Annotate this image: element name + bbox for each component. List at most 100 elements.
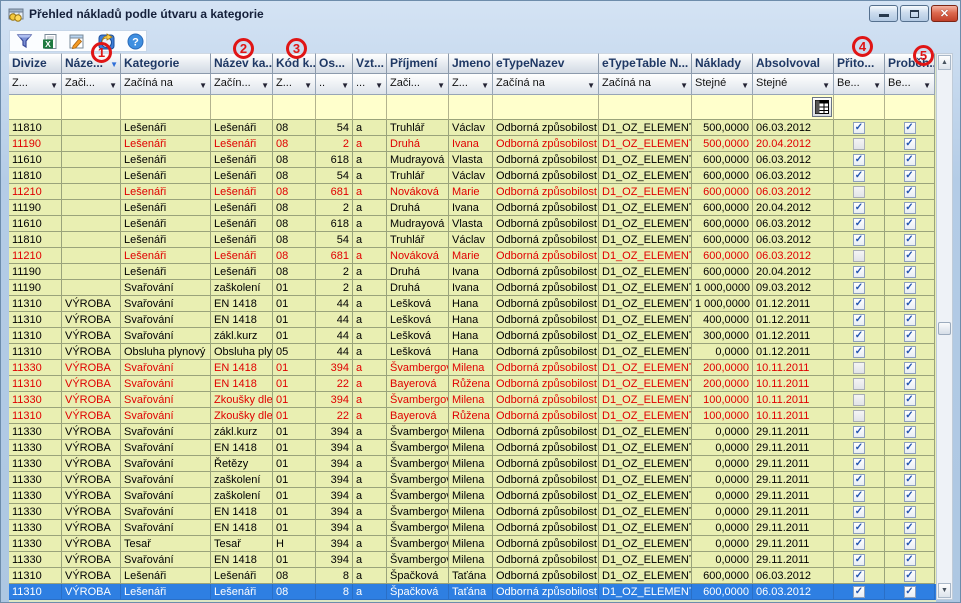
checkbox-checked-pritomnost[interactable]: ✓ [853,554,865,566]
table-row[interactable]: 11330VÝROBASvařovánízaškolení01394aŠvamb… [9,472,936,488]
table-row[interactable]: 11210LešenářiLešenáři08681aNovákováMarie… [9,184,936,200]
vertical-scrollbar[interactable]: ▲ ▼ [936,53,953,600]
checkbox-checked-pritomnost[interactable]: ✓ [853,490,865,502]
column-header-prijmeni[interactable]: Příjmení [387,53,449,74]
filter-operator-vztah[interactable]: ...▼ [353,74,387,95]
column-header-etype-table[interactable]: eTypeTable N... [599,53,692,74]
checkbox-checked-probehlo[interactable]: ✓ [904,554,916,566]
table-row[interactable]: 11330VÝROBATesařTesařH394aŠvambergovMile… [9,536,936,552]
column-header-naklady[interactable]: Náklady [692,53,753,74]
checkbox-checked-probehlo[interactable]: ✓ [904,314,916,326]
checkbox-checked-pritomnost[interactable]: ✓ [853,266,865,278]
checkbox-checked-probehlo[interactable]: ✓ [904,202,916,214]
filter-operator-etype-table[interactable]: Začíná na▼ [599,74,692,95]
table-row[interactable]: 11610LešenářiLešenáři08618aMudrayováVlas… [9,216,936,232]
filter-input-prijmeni[interactable] [387,95,449,120]
checkbox-checked-pritomnost[interactable]: ✓ [853,122,865,134]
checkbox-unchecked-pritomnost[interactable] [853,378,865,390]
filter-input-pritomnost[interactable] [834,95,885,120]
table-row[interactable]: 11310VÝROBALešenářiLešenáři088aŠpačkováT… [9,584,936,600]
table-row[interactable]: 11310VÝROBASvařováníEN 14180144aLeškováH… [9,296,936,312]
checkbox-checked-probehlo[interactable]: ✓ [904,426,916,438]
checkbox-checked-probehlo[interactable]: ✓ [904,490,916,502]
checkbox-checked-pritomnost[interactable]: ✓ [853,282,865,294]
column-header-osobni-cislo[interactable]: Os... [316,53,353,74]
checkbox-checked-pritomnost[interactable]: ✓ [853,154,865,166]
table-row[interactable]: 11810LešenářiLešenáři0854aTruhlářVáclavO… [9,120,936,136]
checkbox-unchecked-pritomnost[interactable] [853,410,865,422]
checkbox-checked-probehlo[interactable]: ✓ [904,218,916,230]
checkbox-checked-probehlo[interactable]: ✓ [904,362,916,374]
checkbox-checked-pritomnost[interactable]: ✓ [853,170,865,182]
minimize-button[interactable] [869,5,898,22]
table-row[interactable]: 11310VÝROBASvařováníZkoušky dle E0122aBa… [9,408,936,424]
filter-operator-pritomnost[interactable]: Be...▼ [834,74,885,95]
filter-input-absolvoval[interactable] [753,95,834,120]
column-header-absolvoval[interactable]: Absolvoval [753,53,834,74]
column-header-kategorie[interactable]: Kategorie [121,53,211,74]
table-row[interactable]: 11330VÝROBASvařováníŘetězy01394aŠvamberg… [9,456,936,472]
checkbox-checked-probehlo[interactable]: ✓ [904,170,916,182]
filter-operator-nazev[interactable]: Zači...▼ [62,74,121,95]
table-row[interactable]: 11190Svařovánízaškolení012aDruháIvanaOdb… [9,280,936,296]
filter-operator-naklady[interactable]: Stejné▼ [692,74,753,95]
column-header-divize[interactable]: Divize [9,53,62,74]
checkbox-checked-probehlo[interactable]: ✓ [904,442,916,454]
table-row[interactable]: 11610LešenářiLešenáři08618aMudrayováVlas… [9,152,936,168]
checkbox-checked-pritomnost[interactable]: ✓ [853,330,865,342]
edit-note-button[interactable] [68,33,85,50]
checkbox-checked-probehlo[interactable]: ✓ [904,186,916,198]
table-row[interactable]: 11330VÝROBASvařováníZkoušky dle E01394aŠ… [9,392,936,408]
checkbox-checked-pritomnost[interactable]: ✓ [853,506,865,518]
checkbox-unchecked-pritomnost[interactable] [853,186,865,198]
checkbox-checked-pritomnost[interactable]: ✓ [853,586,865,598]
table-row[interactable]: 11330VÝROBASvařovánízákl.kurz01394aŠvamb… [9,424,936,440]
table-row[interactable]: 11310VÝROBASvařováníEN 14180122aBayerová… [9,376,936,392]
checkbox-checked-probehlo[interactable]: ✓ [904,122,916,134]
checkbox-checked-probehlo[interactable]: ✓ [904,346,916,358]
checkbox-checked-pritomnost[interactable]: ✓ [853,426,865,438]
table-row[interactable]: 11310VÝROBALešenářiLešenáři088aŠpačkováT… [9,568,936,584]
filter-input-probehlo[interactable] [885,95,935,120]
checkbox-checked-pritomnost[interactable]: ✓ [853,522,865,534]
scroll-up-button[interactable]: ▲ [938,55,951,70]
checkbox-checked-probehlo[interactable]: ✓ [904,474,916,486]
filter-input-etype-nazev[interactable] [493,95,599,120]
checkbox-checked-probehlo[interactable]: ✓ [904,458,916,470]
checkbox-checked-pritomnost[interactable]: ✓ [853,298,865,310]
table-row[interactable]: 11810LešenářiLešenáři0854aTruhlářVáclavO… [9,168,936,184]
restore-button[interactable] [900,5,929,22]
checkbox-checked-pritomnost[interactable]: ✓ [853,314,865,326]
checkbox-checked-probehlo[interactable]: ✓ [904,410,916,422]
checkbox-checked-pritomnost[interactable]: ✓ [853,474,865,486]
scrollbar-thumb[interactable] [938,322,951,335]
filter-button[interactable] [16,33,33,50]
checkbox-checked-probehlo[interactable]: ✓ [904,394,916,406]
table-row[interactable]: 11330VÝROBASvařováníEN 141801394aŠvamber… [9,552,936,568]
checkbox-checked-probehlo[interactable]: ✓ [904,250,916,262]
checkbox-unchecked-pritomnost[interactable] [853,362,865,374]
filter-input-nazev[interactable] [62,95,121,120]
checkbox-checked-probehlo[interactable]: ✓ [904,282,916,294]
checkbox-checked-pritomnost[interactable]: ✓ [853,458,865,470]
checkbox-unchecked-pritomnost[interactable] [853,138,865,150]
filter-operator-jmeno[interactable]: Z...▼ [449,74,493,95]
table-row[interactable]: 11330VÝROBASvařováníEN 141801394aŠvamber… [9,504,936,520]
filter-operator-divize[interactable]: Z...▼ [9,74,62,95]
checkbox-checked-probehlo[interactable]: ✓ [904,506,916,518]
filter-input-divize[interactable] [9,95,62,120]
filter-operator-probehlo[interactable]: Be...▼ [885,74,935,95]
checkbox-checked-probehlo[interactable]: ✓ [904,234,916,246]
checkbox-unchecked-pritomnost[interactable] [853,250,865,262]
checkbox-checked-pritomnost[interactable]: ✓ [853,346,865,358]
checkbox-checked-probehlo[interactable]: ✓ [904,154,916,166]
table-row[interactable]: 11210LešenářiLešenáři08681aNovákováMarie… [9,248,936,264]
checkbox-checked-probehlo[interactable]: ✓ [904,538,916,550]
calendar-picker-button[interactable] [812,97,832,117]
column-header-etype-nazev[interactable]: eTypeNazev [493,53,599,74]
filter-input-nazev-kategorie[interactable] [211,95,273,120]
checkbox-checked-probehlo[interactable]: ✓ [904,378,916,390]
checkbox-checked-pritomnost[interactable]: ✓ [853,218,865,230]
filter-input-kod-kategorie[interactable] [273,95,316,120]
filter-input-naklady[interactable] [692,95,753,120]
